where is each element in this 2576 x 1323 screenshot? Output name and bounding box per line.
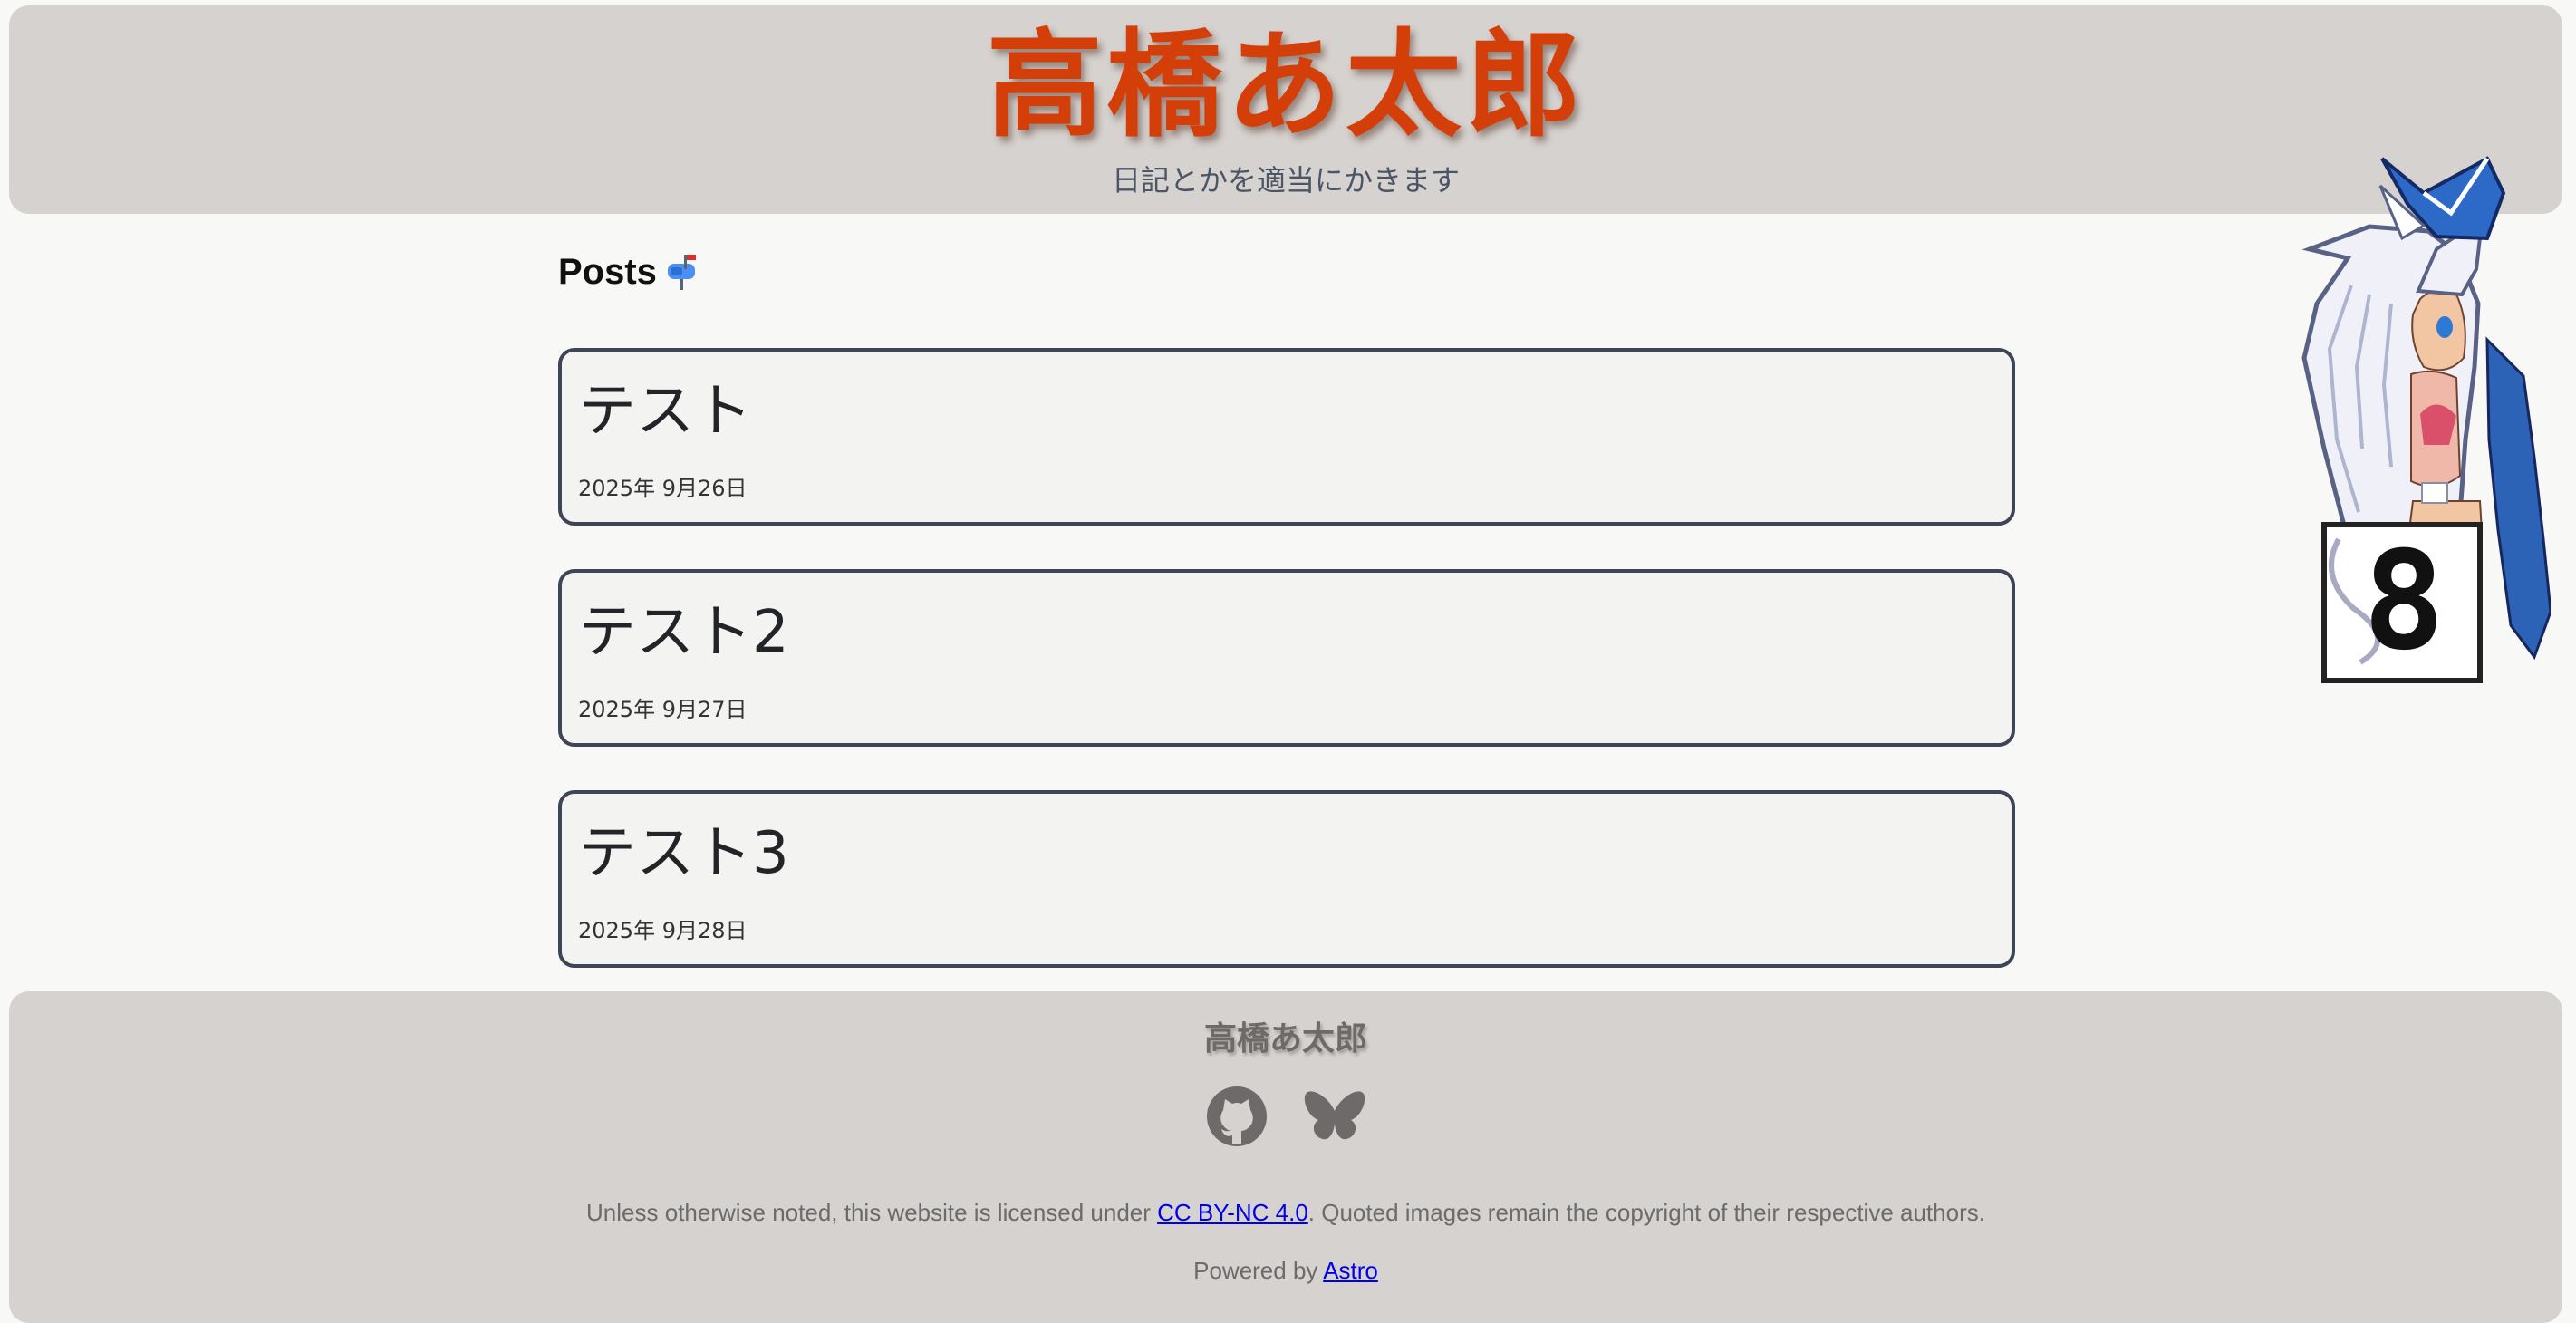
bluesky-icon (1304, 1091, 1365, 1140)
github-link[interactable] (1204, 1084, 1269, 1149)
bluesky-link[interactable] (1302, 1084, 1367, 1149)
post-card[interactable]: テスト2 2025年 9月27日 (558, 569, 2015, 747)
powered-by: Powered by Astro (9, 1256, 2562, 1285)
posts-heading-label: Posts (558, 251, 657, 292)
mailbox-icon (666, 254, 697, 290)
footer-site-title: 高橋あ太郎 (1203, 1020, 1367, 1057)
post-title[interactable]: テスト2 (578, 598, 789, 667)
site-footer: 高橋あ太郎 Unless otherwise noted, this websi… (9, 991, 2562, 1323)
powered-by-label: Powered by (1193, 1257, 1324, 1284)
post-card[interactable]: テスト 2025年 9月26日 (558, 348, 2015, 526)
post-date: 2025年 9月26日 (578, 476, 748, 501)
post-card[interactable]: テスト3 2025年 9月28日 (558, 790, 2015, 968)
site-header: 高橋あ太郎 日記とかを適当にかきます (9, 5, 2562, 214)
license-text-end: . Quoted images remain the copyright of … (1307, 1199, 1985, 1226)
post-date: 2025年 9月27日 (578, 697, 748, 722)
posts-heading: Posts (558, 245, 2015, 299)
github-icon (1207, 1086, 1267, 1146)
mascot-sign-number: 8 (2363, 523, 2445, 681)
license-notice: Unless otherwise noted, this website is … (9, 1198, 2562, 1227)
post-list: テスト 2025年 9月26日 テスト2 2025年 9月27日 テスト3 20… (558, 348, 2015, 968)
post-date: 2025年 9月28日 (578, 918, 748, 943)
main-content: Posts テスト 2025年 9月26日 テスト2 2025年 9月27日 テ… (558, 245, 2015, 1011)
social-links (9, 1084, 2562, 1149)
mascot-illustration: 8 (2301, 156, 2552, 683)
site-title[interactable]: 高橋あ太郎 (9, 18, 2562, 154)
license-link[interactable]: CC BY-NC 4.0 (1157, 1199, 1308, 1226)
mascot-image: 8 (2297, 150, 2552, 693)
post-title[interactable]: テスト (578, 377, 752, 446)
post-title[interactable]: テスト3 (578, 819, 789, 888)
license-text-start: Unless otherwise noted, this website is … (586, 1199, 1158, 1226)
astro-link[interactable]: Astro (1323, 1257, 1378, 1284)
site-subtitle: 日記とかを適当にかきます (1111, 163, 1460, 198)
